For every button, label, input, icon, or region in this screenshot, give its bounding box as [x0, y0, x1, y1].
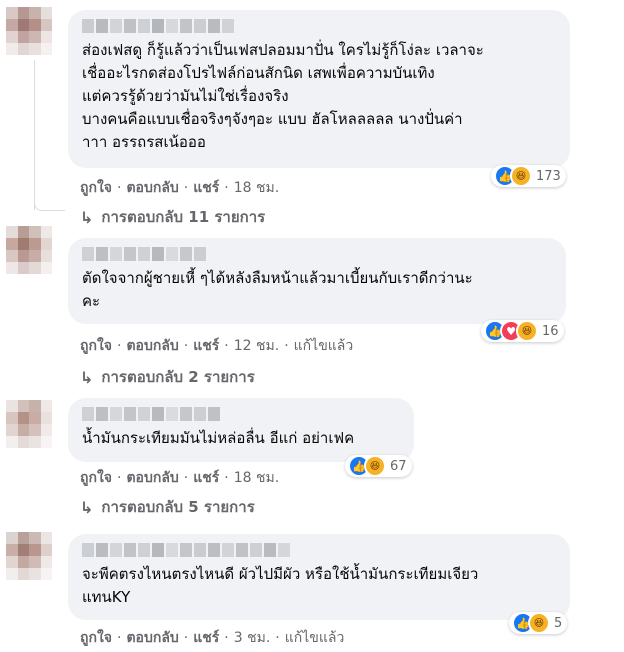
share-button[interactable]: แชร์: [193, 177, 219, 199]
share-button[interactable]: แชร์: [193, 335, 219, 357]
reaction-count: 67: [390, 458, 407, 474]
avatar[interactable]: [6, 7, 52, 55]
haha-icon: 😆: [516, 320, 538, 342]
comment-actions: ถูกใจ · ตอบกลับ · แชร์ · 3 ชม. · แก้ไขแล…: [80, 627, 344, 649]
like-button[interactable]: ถูกใจ: [80, 627, 112, 649]
separator: ·: [117, 180, 122, 196]
avatar[interactable]: [6, 226, 52, 274]
separator: ·: [183, 630, 189, 646]
haha-icon: 😆: [528, 612, 550, 634]
replies-label: การตอบกลับ 11 รายการ: [101, 208, 266, 226]
thread-line: [34, 60, 35, 210]
separator: ·: [183, 180, 189, 196]
reaction-count: 16: [542, 323, 559, 339]
separator: ·: [183, 338, 189, 354]
like-button[interactable]: ถูกใจ: [80, 335, 112, 357]
reaction-count: 173: [536, 168, 561, 184]
comment-text: ส่องเฟสดู ก็รู้แล้วว่าเป็นเฟสปลอมมาปั่น …: [82, 41, 484, 151]
reply-arrow-icon: ↳: [80, 207, 94, 227]
share-button[interactable]: แชร์: [193, 467, 219, 489]
avatar[interactable]: [6, 532, 52, 580]
separator: ·: [284, 338, 289, 354]
comment-actions: ถูกใจ · ตอบกลับ · แชร์ · 18 ชม.: [80, 177, 279, 199]
comment-bubble: ส่องเฟสดู ก็รู้แล้วว่าเป็นเฟสปลอมมาปั่น …: [68, 10, 570, 168]
comment-timestamp[interactable]: 12 ชม.: [234, 335, 279, 357]
avatar[interactable]: [6, 400, 52, 448]
separator: ·: [183, 470, 189, 486]
commenter-name-redacted[interactable]: [82, 407, 220, 421]
replies-label: การตอบกลับ 2 รายการ: [101, 368, 255, 386]
comment-timestamp[interactable]: 18 ชม.: [234, 177, 279, 199]
separator: ·: [117, 338, 122, 354]
reaction-summary[interactable]: 👍 😆 5: [509, 612, 568, 634]
comment-text: ตัดใจจากผู้ชายเหี้ ๆได้หลังลืมหน้าแล้วมา…: [82, 269, 473, 310]
commenter-name-redacted[interactable]: [82, 19, 234, 33]
separator: ·: [117, 470, 122, 486]
separator: ·: [224, 180, 229, 196]
replies-label: การตอบกลับ 5 รายการ: [101, 498, 255, 516]
comment-timestamp[interactable]: 18 ชม.: [234, 467, 279, 489]
edited-label[interactable]: แก้ไขแล้ว: [294, 335, 354, 357]
view-replies-link[interactable]: ↳ การตอบกลับ 2 รายการ: [80, 365, 255, 389]
reply-button[interactable]: ตอบกลับ: [126, 177, 178, 199]
reaction-count: 5: [554, 615, 563, 631]
view-replies-link[interactable]: ↳ การตอบกลับ 5 รายการ: [80, 495, 255, 519]
comment-bubble: น้ำมันกระเทียมมันไม่หล่อลื่น อีแก่ อย่าเ…: [68, 398, 414, 462]
like-button[interactable]: ถูกใจ: [80, 467, 112, 489]
commenter-name-redacted[interactable]: [82, 543, 290, 557]
reply-arrow-icon: ↳: [80, 367, 94, 387]
like-button[interactable]: ถูกใจ: [80, 177, 112, 199]
reaction-summary[interactable]: 👍 ♥ 😆 16: [481, 320, 564, 342]
comment-actions: ถูกใจ · ตอบกลับ · แชร์ · 12 ชม. · แก้ไขแ…: [80, 335, 353, 357]
separator: ·: [275, 630, 280, 646]
comment-text: น้ำมันกระเทียมมันไม่หล่อลื่น อีแก่ อย่าเ…: [82, 429, 355, 447]
reply-button[interactable]: ตอบกลับ: [126, 335, 178, 357]
haha-icon: 😆: [510, 165, 532, 187]
reaction-summary[interactable]: 👍 😆 67: [345, 455, 412, 477]
separator: ·: [224, 470, 229, 486]
separator: ·: [224, 338, 229, 354]
comment-text: จะพีคตรงไหนตรงไหนดี ผัวไปมีผัว หรือใช้น้…: [82, 565, 479, 606]
commenter-name-redacted[interactable]: [82, 247, 206, 261]
thread-connector: [34, 196, 65, 211]
share-button[interactable]: แชร์: [193, 627, 219, 649]
reply-button[interactable]: ตอบกลับ: [126, 467, 178, 489]
haha-icon: 😆: [364, 455, 386, 477]
view-replies-link[interactable]: ↳ การตอบกลับ 11 รายการ: [80, 205, 265, 229]
comment-timestamp[interactable]: 3 ชม.: [234, 627, 271, 649]
comment-bubble: ตัดใจจากผู้ชายเหี้ ๆได้หลังลืมหน้าแล้วมา…: [68, 238, 566, 324]
separator: ·: [117, 630, 122, 646]
reply-arrow-icon: ↳: [80, 497, 94, 517]
comment-bubble: จะพีคตรงไหนตรงไหนดี ผัวไปมีผัว หรือใช้น้…: [68, 534, 570, 620]
reply-button[interactable]: ตอบกลับ: [126, 627, 178, 649]
separator: ·: [224, 630, 229, 646]
comment-actions: ถูกใจ · ตอบกลับ · แชร์ · 18 ชม.: [80, 467, 279, 489]
reaction-summary[interactable]: 👍 😆 173: [491, 165, 566, 187]
edited-label[interactable]: แก้ไขแล้ว: [285, 627, 345, 649]
